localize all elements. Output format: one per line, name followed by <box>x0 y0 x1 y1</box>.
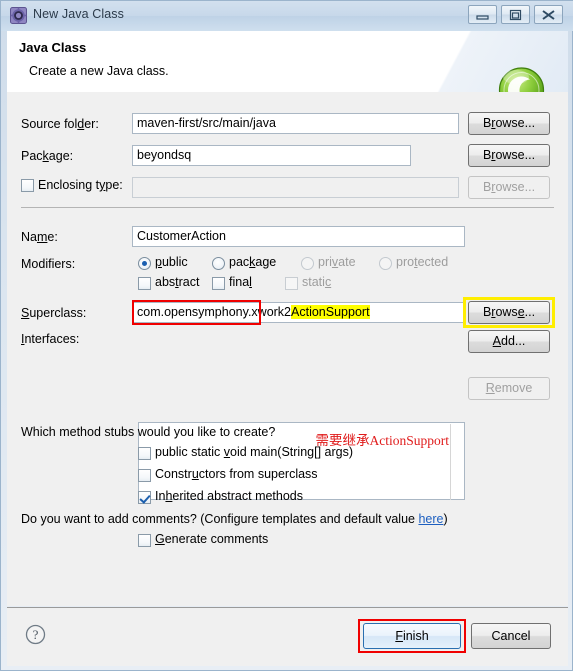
maximize-icon <box>509 9 522 21</box>
modifiers-label: Modifiers: <box>21 257 76 271</box>
interfaces-list-divider <box>450 424 451 500</box>
eclipse-new-class-icon <box>10 7 27 24</box>
close-button[interactable] <box>534 5 563 24</box>
modifier-package-label: package <box>229 255 277 269</box>
green-c-wizard-icon <box>496 66 547 92</box>
method-stubs-question: Which method stubs would you like to cre… <box>21 425 276 439</box>
new-java-class-dialog: New Java Class Java Class Create a new J… <box>0 0 573 671</box>
comments-question: Do you want to add comments? (Configure … <box>21 512 448 526</box>
package-browse-button[interactable]: Browse... <box>468 144 550 167</box>
enclosing-type-label: Enclosing type: <box>38 178 123 192</box>
interfaces-label: Interfaces: <box>21 332 80 346</box>
source-folder-label: Source folder: <box>21 117 99 131</box>
window-title: New Java Class <box>33 7 125 21</box>
stub-main-method-label: public static void main(String[] args) <box>155 445 353 459</box>
modifier-package-radio[interactable] <box>212 257 225 270</box>
enclosing-type-browse-button: Browse... <box>468 176 550 199</box>
generate-comments-label: Generate comments <box>155 532 269 546</box>
stub-constructors-label: Constructors from superclass <box>155 467 318 481</box>
stub-inherited-abstract-label: Inherited abstract methods <box>155 489 304 503</box>
close-icon <box>542 10 555 20</box>
interfaces-remove-button: Remove <box>468 377 550 400</box>
dialog-body: Source folder: maven-first/src/main/java… <box>7 92 568 606</box>
modifier-private-label: private <box>318 255 356 269</box>
generate-comments-checkbox[interactable] <box>138 534 151 547</box>
modifier-static-checkbox <box>285 277 298 290</box>
cancel-button[interactable]: Cancel <box>471 623 551 649</box>
modifier-protected-label: protected <box>396 255 449 269</box>
configure-templates-link[interactable]: here <box>418 512 443 526</box>
svg-text:?: ? <box>33 627 39 642</box>
class-name-input[interactable]: CustomerAction <box>132 226 465 247</box>
superclass-value-prefix: com.opensymphony.xwork2 <box>137 305 292 319</box>
modifier-private-radio <box>301 257 314 270</box>
enclosing-type-checkbox[interactable] <box>21 179 34 192</box>
superclass-label: Superclass: <box>21 306 87 320</box>
stub-constructors-checkbox[interactable] <box>138 469 151 482</box>
section-divider-1 <box>21 207 554 208</box>
minimize-button[interactable] <box>468 5 497 24</box>
modifier-protected-radio <box>379 257 392 270</box>
interfaces-add-button[interactable]: Add... <box>468 330 550 353</box>
enclosing-type-input <box>132 177 459 198</box>
stub-main-method-checkbox[interactable] <box>138 447 151 460</box>
superclass-value-highlight: ActionSupport <box>291 305 370 319</box>
modifier-public-label: public <box>155 255 188 269</box>
page-title: Java Class <box>19 40 87 55</box>
modifier-static-label: static <box>302 275 332 289</box>
superclass-browse-button[interactable]: Browse... <box>468 301 550 324</box>
superclass-input[interactable]: com.opensymphony.xwork2ActionSupport <box>132 302 465 323</box>
maximize-button[interactable] <box>501 5 530 24</box>
package-label: Package: <box>21 149 74 163</box>
modifier-abstract-label: abstract <box>155 275 200 289</box>
modifier-public-radio[interactable] <box>138 257 151 270</box>
package-input[interactable]: beyondsq <box>132 145 411 166</box>
help-icon[interactable]: ? <box>25 624 46 645</box>
minimize-icon <box>476 15 489 20</box>
modifier-final-label: final <box>229 275 252 289</box>
page-subtitle: Create a new Java class. <box>29 64 169 78</box>
stub-inherited-abstract-checkbox[interactable] <box>138 491 151 504</box>
wizard-header: Java Class Create a new Java class. <box>7 31 568 93</box>
title-bar: New Java Class <box>1 1 573 31</box>
class-name-label: Name: <box>21 230 58 244</box>
modifier-abstract-checkbox[interactable] <box>138 277 151 290</box>
modifier-final-checkbox[interactable] <box>212 277 225 290</box>
finish-button[interactable]: Finish <box>363 623 461 649</box>
source-folder-input[interactable]: maven-first/src/main/java <box>132 113 459 134</box>
source-folder-browse-button[interactable]: Browse... <box>468 112 550 135</box>
